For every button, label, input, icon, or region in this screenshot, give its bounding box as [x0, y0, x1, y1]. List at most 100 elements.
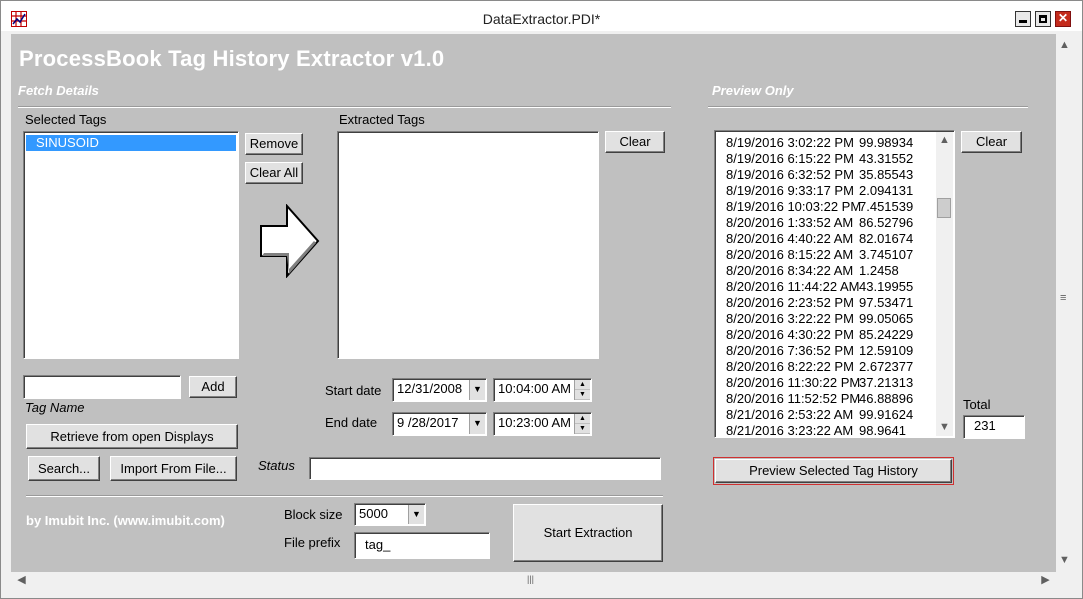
block-size-value: 5000: [359, 506, 388, 521]
table-row[interactable]: 8/20/2016 8:22:22 PM 2.672377: [715, 359, 954, 375]
start-date-picker[interactable]: 12/31/2008 ▼: [392, 378, 487, 402]
row-value: 35.85543: [859, 167, 914, 182]
table-row[interactable]: 8/19/2016 6:15:22 PM 43.31552: [715, 151, 954, 167]
file-prefix-label: File prefix: [284, 535, 341, 550]
scroll-down-icon[interactable]: ▼: [1056, 552, 1073, 569]
extracted-clear-button[interactable]: Clear: [605, 131, 665, 153]
row-value: 99.05065: [859, 311, 914, 326]
table-row[interactable]: 8/20/2016 8:15:22 AM 3.745107: [715, 247, 954, 263]
extracted-tags-label: Extracted Tags: [339, 112, 425, 127]
window-title: DataExtractor.PDI*: [482, 11, 601, 27]
table-row[interactable]: 8/20/2016 4:40:22 AM 82.01674: [715, 231, 954, 247]
add-tag-button[interactable]: Add: [189, 376, 237, 398]
end-date-picker[interactable]: 9 /28/2017 ▼: [392, 412, 487, 436]
end-date-label: End date: [325, 415, 378, 430]
search-button[interactable]: Search...: [28, 456, 100, 481]
clear-all-button[interactable]: Clear All: [245, 162, 303, 184]
import-from-file-button[interactable]: Import From File...: [110, 456, 237, 481]
minimize-icon: [1019, 20, 1027, 23]
row-timestamp: 8/19/2016 6:15:22 PM: [726, 151, 854, 166]
app-window: DataExtractor.PDI* ✕ ProcessBook Tag His…: [0, 0, 1083, 599]
close-button[interactable]: ✕: [1055, 11, 1071, 27]
title-bar: DataExtractor.PDI* ✕: [1, 1, 1082, 31]
block-size-select[interactable]: 5000 ▼: [354, 503, 426, 526]
footer-divider: [26, 495, 663, 497]
table-row[interactable]: 8/20/2016 3:22:22 PM 99.05065: [715, 311, 954, 327]
table-row[interactable]: 8/20/2016 8:34:22 AM 1.2458: [715, 263, 954, 279]
table-row[interactable]: 8/19/2016 9:33:17 PM 2.094131: [715, 183, 954, 199]
row-timestamp: 8/19/2016 10:03:22 PM: [726, 199, 862, 214]
end-time-spinner[interactable]: ▲ ▼: [574, 414, 590, 434]
table-row[interactable]: 8/19/2016 3:02:22 PM 99.98934: [715, 135, 954, 151]
table-row[interactable]: 8/19/2016 6:32:52 PM 35.85543: [715, 167, 954, 183]
row-timestamp: 8/20/2016 1:33:52 AM: [726, 215, 854, 230]
spin-up-icon[interactable]: ▲: [575, 414, 590, 424]
start-extraction-button[interactable]: Start Extraction: [513, 504, 663, 562]
table-row[interactable]: 8/20/2016 2:23:52 PM 97.53471: [715, 295, 954, 311]
row-value: 3.745107: [859, 247, 914, 262]
scrollbar-grip-icon[interactable]: |||: [527, 574, 534, 584]
scroll-up-icon[interactable]: ▲: [936, 132, 953, 149]
extracted-tags-list[interactable]: [337, 131, 599, 359]
window-vertical-scrollbar[interactable]: ▲ ≡ ▼: [1056, 34, 1073, 572]
start-date-value: 12/31/2008: [397, 381, 463, 396]
row-timestamp: 8/20/2016 8:15:22 AM: [726, 247, 854, 262]
table-row[interactable]: 8/20/2016 7:36:52 PM 12.59109: [715, 343, 954, 359]
table-row[interactable]: 8/20/2016 11:44:22 AM 43.19955: [715, 279, 954, 295]
file-prefix-input[interactable]: tag_: [354, 532, 490, 559]
scrollbar-thumb[interactable]: [937, 198, 951, 218]
start-time-spinner[interactable]: ▲ ▼: [574, 380, 590, 400]
end-time-value: 10:23:00 AM: [498, 415, 571, 430]
list-item[interactable]: SINUSOID: [26, 135, 236, 151]
table-row[interactable]: 8/19/2016 10:03:22 PM 7.451539: [715, 199, 954, 215]
scroll-up-icon[interactable]: ▲: [1056, 37, 1073, 54]
selected-tags-list[interactable]: SINUSOID: [23, 131, 239, 359]
chevron-down-icon[interactable]: ▼: [469, 414, 485, 434]
table-row[interactable]: 8/20/2016 11:30:22 PM 37.21313: [715, 375, 954, 391]
window-horizontal-scrollbar[interactable]: ◀ ||| ▶: [11, 572, 1056, 589]
retrieve-from-displays-button[interactable]: Retrieve from open Displays: [26, 424, 238, 449]
scroll-down-icon[interactable]: ▼: [936, 419, 953, 436]
table-row[interactable]: 8/21/2016 2:53:22 AM 99.91624: [715, 407, 954, 423]
row-value: 2.094131: [859, 183, 914, 198]
maximize-button[interactable]: [1035, 11, 1051, 27]
preview-clear-button[interactable]: Clear: [961, 131, 1022, 153]
table-row[interactable]: 8/21/2016 3:23:22 AM 98.9641: [715, 423, 954, 438]
table-row[interactable]: 8/20/2016 4:30:22 PM 85.24229: [715, 327, 954, 343]
tag-name-input[interactable]: [23, 375, 181, 399]
end-time-picker[interactable]: 10:23:00 AM ▲ ▼: [493, 412, 592, 436]
row-timestamp: 8/20/2016 3:22:22 PM: [726, 311, 854, 326]
spin-down-icon[interactable]: ▼: [575, 390, 590, 400]
start-time-picker[interactable]: 10:04:00 AM ▲ ▼: [493, 378, 592, 402]
table-row[interactable]: 8/20/2016 11:52:52 PM 46.88896: [715, 391, 954, 407]
row-timestamp: 8/20/2016 4:30:22 PM: [726, 327, 854, 342]
row-value: 1.2458: [859, 263, 899, 278]
row-timestamp: 8/20/2016 7:36:52 PM: [726, 343, 854, 358]
preview-tag-history-button[interactable]: Preview Selected Tag History: [713, 457, 954, 485]
scroll-right-icon[interactable]: ▶: [1037, 572, 1054, 589]
total-count: 231: [963, 415, 1025, 439]
row-timestamp: 8/19/2016 9:33:17 PM: [726, 183, 854, 198]
selected-tags-label: Selected Tags: [25, 112, 107, 127]
remove-button[interactable]: Remove: [245, 133, 303, 155]
close-icon: ✕: [1057, 11, 1069, 25]
chevron-down-icon[interactable]: ▼: [469, 380, 485, 400]
spin-down-icon[interactable]: ▼: [575, 424, 590, 434]
chevron-down-icon[interactable]: ▼: [408, 505, 424, 524]
scrollbar-grip-icon[interactable]: ≡: [1060, 292, 1066, 304]
row-timestamp: 8/20/2016 11:52:52 PM: [726, 391, 861, 406]
maximize-icon: [1039, 15, 1047, 23]
row-value: 82.01674: [859, 231, 914, 246]
row-timestamp: 8/21/2016 3:23:22 AM: [726, 423, 854, 438]
scroll-left-icon[interactable]: ◀: [13, 572, 30, 589]
minimize-button[interactable]: [1015, 11, 1031, 27]
preview-list[interactable]: 8/19/2016 3:02:22 PM 99.98934 8/19/2016 6:…: [714, 130, 955, 438]
spin-up-icon[interactable]: ▲: [575, 380, 590, 390]
table-row[interactable]: 8/20/2016 1:33:52 AM 86.52796: [715, 215, 954, 231]
block-size-label: Block size: [284, 507, 343, 522]
row-timestamp: 8/19/2016 6:32:52 PM: [726, 167, 854, 182]
preview-list-scrollbar[interactable]: ▲ ▼: [936, 132, 953, 436]
status-label: Status: [258, 458, 295, 473]
row-value: 7.451539: [859, 199, 914, 214]
end-date-value: 9 /28/2017: [397, 415, 459, 430]
